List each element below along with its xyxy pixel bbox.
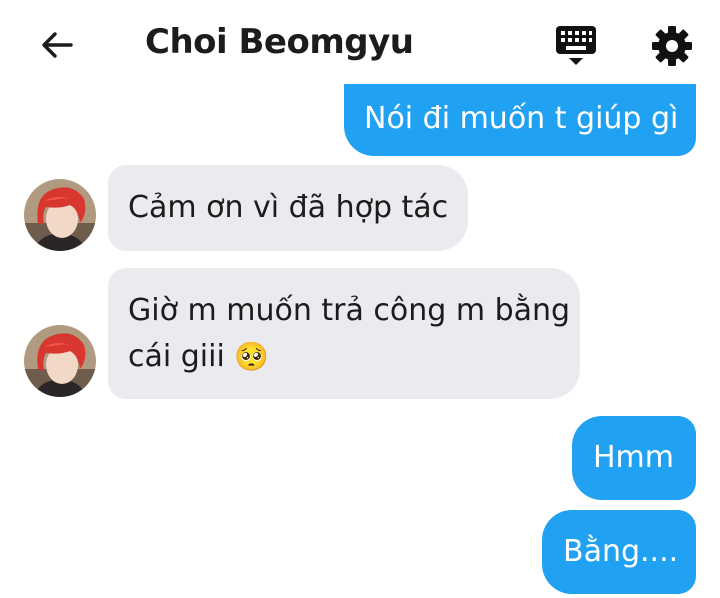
back-button[interactable]	[36, 24, 78, 66]
gear-icon	[652, 26, 692, 66]
profile-photo	[24, 325, 96, 397]
message-text: Nói đi muốn t giúp gì	[364, 101, 679, 136]
message-text: Cảm ơn vì đã hợp tác	[128, 190, 449, 225]
pleading-face-icon: 🥺	[234, 340, 270, 373]
message-text: Bằng....	[563, 534, 679, 569]
message-bubble-outgoing[interactable]: Hmm	[572, 416, 696, 500]
avatar[interactable]	[24, 325, 96, 397]
arrow-left-icon	[42, 32, 73, 58]
keyboard-button[interactable]	[552, 22, 600, 70]
message-bubble-outgoing[interactable]: Nói đi muốn t giúp gì	[344, 84, 696, 156]
message-text: Hmm	[593, 440, 675, 475]
message-bubble-outgoing[interactable]: Bằng....	[542, 510, 696, 594]
keyboard-icon	[556, 26, 596, 65]
profile-photo	[24, 179, 96, 251]
avatar[interactable]	[24, 179, 96, 251]
chat-title: Choi Beomgyu	[145, 22, 414, 62]
settings-button[interactable]	[648, 22, 696, 70]
message-text-line: Giờ m muốn trả công m bằng	[128, 293, 571, 328]
message-text-line: cái giii 🥺	[128, 339, 270, 374]
chat-header: Choi Beomgyu	[0, 0, 720, 92]
message-bubble-incoming[interactable]: Cảm ơn vì đã hợp tác	[108, 165, 468, 251]
message-bubble-incoming[interactable]: Giờ m muốn trả công m bằng cái giii 🥺	[108, 268, 580, 399]
